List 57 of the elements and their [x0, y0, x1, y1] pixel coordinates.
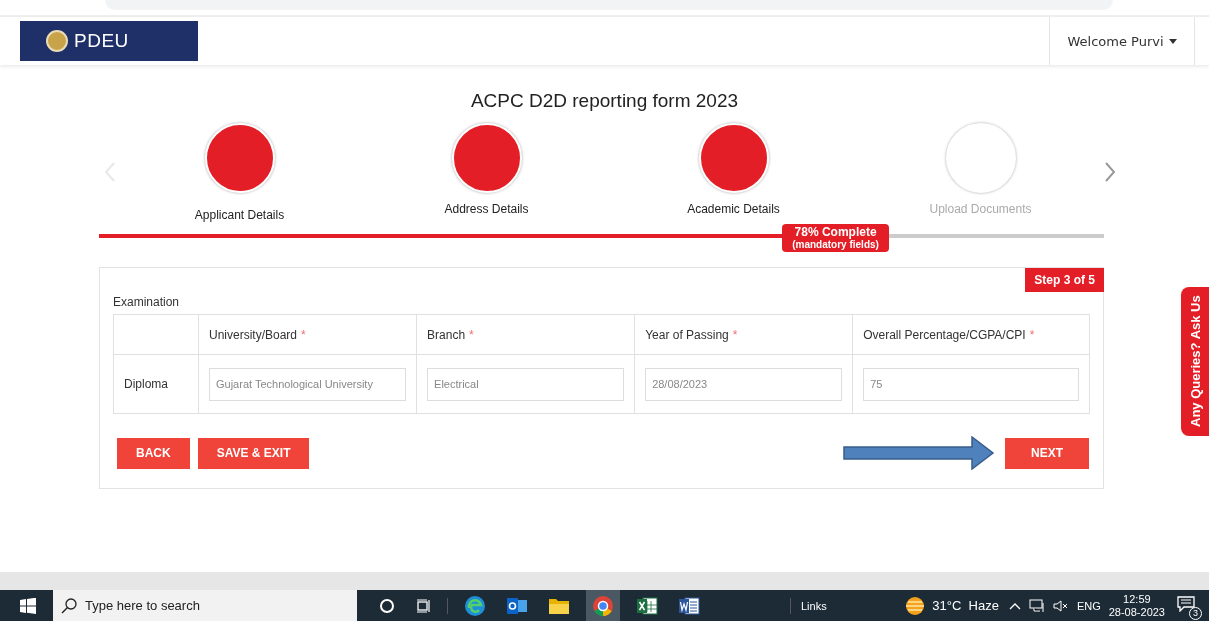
input-field[interactable]: Gujarat Technological University: [209, 367, 407, 401]
weather-sun-icon[interactable]: [904, 595, 927, 616]
step-label: Academic Details: [687, 201, 780, 216]
chevron-up-icon[interactable]: [1008, 601, 1021, 610]
column-header: Year of Passing *: [634, 314, 853, 355]
required-asterisk: *: [1029, 327, 1035, 342]
university-logo: PDEU: [20, 21, 198, 61]
column-header: Branch *: [416, 314, 635, 355]
row-label: Diploma: [113, 354, 199, 414]
user-menu[interactable]: Welcome Purvi: [1049, 17, 1195, 65]
outlook-icon[interactable]: [506, 595, 528, 616]
save-exit-button[interactable]: SAVE & EXIT: [197, 437, 310, 469]
chrome-icon[interactable]: [592, 594, 614, 617]
column-header: Overall Percentage/CGPA/CPI *: [852, 314, 1090, 355]
step-circle[interactable]: [698, 122, 769, 193]
chevron-right-icon[interactable]: [1104, 161, 1116, 183]
section-label: Examination: [113, 295, 180, 309]
input-field[interactable]: 75: [863, 367, 1079, 401]
excel-icon[interactable]: [636, 595, 658, 616]
horizontal-scrollbar[interactable]: [0, 572, 1209, 590]
links-toolbar[interactable]: Links: [801, 599, 827, 612]
language-indicator[interactable]: ENG: [1076, 599, 1101, 612]
step-label: Upload Documents: [929, 201, 1032, 216]
search-icon: [61, 597, 77, 614]
search-placeholder: Type here to search: [85, 598, 200, 613]
windows-start-icon[interactable]: [20, 597, 36, 614]
step-badge: Step 3 of 5: [1025, 268, 1104, 292]
notification-count: 3: [1189, 606, 1202, 620]
folder-icon[interactable]: [548, 596, 570, 615]
step-label: Applicant Details: [194, 207, 285, 222]
weather-text[interactable]: 31°C Haze: [932, 598, 999, 613]
network-icon[interactable]: [1028, 598, 1045, 613]
taskbar-search-field[interactable]: Type here to search: [53, 590, 357, 621]
column-header: University/Board *: [198, 314, 417, 355]
input-field[interactable]: 28/08/2023: [645, 367, 843, 401]
speaker-muted-icon[interactable]: [1052, 598, 1069, 613]
step-circle[interactable]: [451, 122, 522, 193]
step-label: Address Details: [444, 201, 529, 216]
clock-date[interactable]: 28-08-2023: [1108, 605, 1165, 619]
word-icon[interactable]: [678, 595, 700, 616]
cortana-circle-icon[interactable]: [379, 597, 395, 614]
edge-browser-icon[interactable]: [464, 594, 486, 617]
required-asterisk: *: [301, 327, 306, 342]
required-asterisk: *: [469, 327, 474, 342]
step-circle[interactable]: [204, 122, 275, 193]
form-title: ACPC D2D reporting form 2023: [469, 90, 740, 113]
progress-percent: 78% Complete: [794, 226, 877, 239]
next-button[interactable]: NEXT: [1005, 437, 1089, 469]
notification-icon[interactable]: [1177, 595, 1195, 612]
progress-note: (mandatory fields): [792, 239, 879, 250]
back-button[interactable]: BACK: [117, 437, 190, 469]
caret-icon: [1168, 38, 1177, 44]
clock-time[interactable]: 12:59: [1123, 592, 1151, 606]
task-view-icon[interactable]: [415, 597, 431, 614]
input-field[interactable]: Electrical: [427, 367, 625, 401]
required-asterisk: *: [732, 327, 738, 342]
ask-us-tab[interactable]: Any Queries? Ask Us: [1181, 287, 1209, 436]
